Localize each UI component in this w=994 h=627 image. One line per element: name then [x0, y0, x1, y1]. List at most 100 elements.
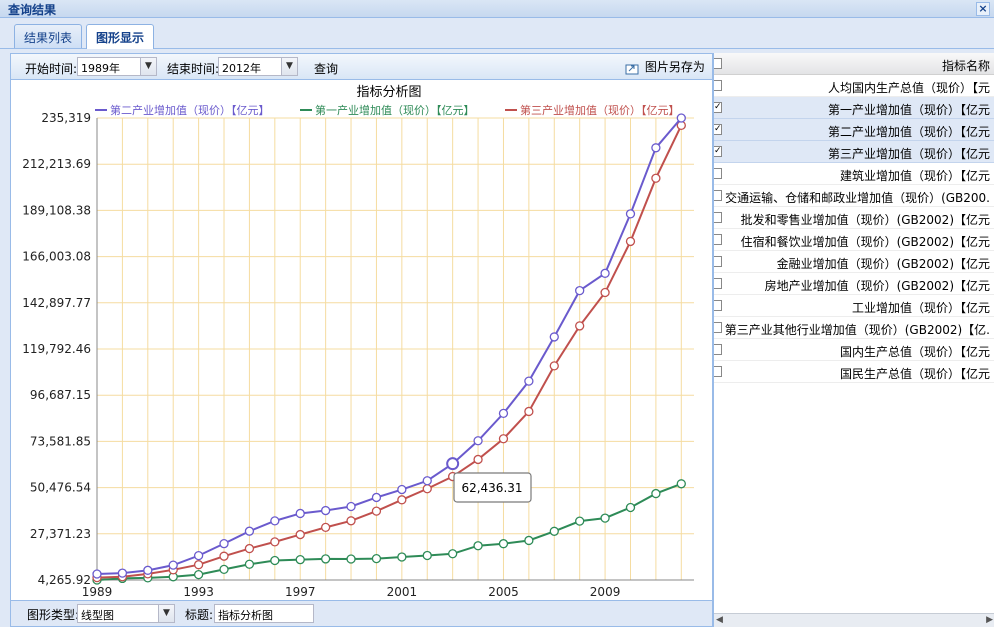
chart-type-value: 线型图: [81, 609, 114, 622]
end-time-value: 2012年: [222, 62, 261, 75]
select-all-checkbox[interactable]: [714, 58, 722, 69]
data-point: [219, 539, 229, 549]
indicator-row[interactable]: ✓ 第一产业增加值（现价）【亿元: [714, 97, 994, 119]
indicator-checkbox[interactable]: ✓: [714, 102, 722, 113]
data-point: [397, 484, 407, 495]
indicator-label: 第二产业增加值（现价）【亿元: [827, 125, 990, 139]
indicator-row[interactable]: 国民生产总值（现价）【亿元: [714, 361, 994, 383]
data-point: [371, 492, 382, 503]
indicator-row[interactable]: 国内生产总值（现价）【亿元: [714, 339, 994, 361]
data-point: [575, 321, 585, 331]
chart-type-select[interactable]: 线型图 ▼: [77, 604, 175, 623]
data-point: [346, 554, 356, 564]
y-tick-label: 96,687.15: [30, 388, 91, 402]
chart-title-input[interactable]: 指标分析图: [214, 604, 314, 623]
indicator-label: 住宿和餐饮业增加值（现价）(GB2002)【亿元: [740, 235, 990, 249]
indicator-row[interactable]: ✓ 第三产业增加值（现价）【亿元: [714, 141, 994, 163]
indicator-checkbox[interactable]: [714, 256, 722, 267]
indicator-label: 第一产业增加值（现价）【亿元: [827, 103, 990, 117]
data-point: [295, 529, 305, 540]
data-point: [473, 541, 483, 551]
y-tick-label: 50,476.54: [30, 481, 91, 495]
data-point: [575, 516, 585, 526]
indicator-row[interactable]: 人均国内生产总值（现价）【元: [714, 75, 994, 97]
tab-chart-display[interactable]: 图形显示: [86, 24, 155, 49]
indicator-checkbox[interactable]: ✓: [714, 124, 722, 135]
indicator-checkbox[interactable]: [714, 190, 722, 201]
indicator-label: 人均国内生产总值（现价）【元: [827, 81, 990, 95]
chart-title: 指标分析图: [356, 85, 421, 100]
legend-label: 第一产业增加值（现价）【亿元】: [315, 103, 475, 117]
x-tick-label: 2005: [488, 585, 519, 599]
start-time-label: 开始时间:: [25, 62, 78, 76]
data-point: [270, 555, 280, 566]
indicator-checkbox[interactable]: [714, 366, 722, 377]
data-point: [193, 569, 204, 580]
indicator-row[interactable]: 建筑业增加值（现价）【亿元: [714, 163, 994, 185]
indicator-row[interactable]: 住宿和餐饮业增加值（现价）(GB2002)【亿元: [714, 229, 994, 251]
end-time-label: 结束时间:: [167, 62, 220, 76]
x-tick-label: 2001: [387, 585, 418, 599]
indicator-row[interactable]: 批发和零售业增加值（现价）(GB2002)【亿元: [714, 207, 994, 229]
chevron-down-icon[interactable]: ▼: [158, 605, 174, 622]
data-point: [244, 543, 255, 554]
indicator-row[interactable]: 工业增加值（现价）【亿元: [714, 295, 994, 317]
x-tick-label: 1997: [285, 585, 316, 599]
start-time-select[interactable]: 1989年 ▼: [77, 57, 157, 76]
chevron-down-icon[interactable]: ▼: [140, 58, 156, 75]
indicator-label: 国内生产总值（现价）【亿元: [839, 345, 990, 359]
indicator-checkbox[interactable]: [714, 322, 722, 333]
indicator-label: 房地产业增加值（现价）(GB2002)【亿元: [764, 279, 990, 293]
data-point: [320, 554, 331, 564]
indicator-row[interactable]: 第三产业其他行业增加值（现价）(GB2002)【亿.: [714, 317, 994, 339]
data-point: [676, 113, 686, 123]
chart-type-label: 图形类型:: [27, 608, 80, 622]
indicator-row[interactable]: 金融业增加值（现价）(GB2002)【亿元: [714, 251, 994, 273]
data-point: [117, 568, 128, 578]
indicator-checkbox[interactable]: [714, 80, 722, 91]
query-button[interactable]: 查询: [314, 60, 338, 77]
indicator-checkbox[interactable]: ✓: [714, 146, 722, 157]
indicator-checkbox[interactable]: [714, 278, 722, 289]
chart-title-value: 指标分析图: [218, 609, 273, 622]
indicator-row[interactable]: 交通运输、仓储和邮政业增加值（现价）(GB200.: [714, 185, 994, 207]
scroll-left-icon[interactable]: ◀: [716, 615, 723, 625]
indicator-label: 第三产业其他行业增加值（现价）(GB2002)【亿.: [724, 323, 990, 337]
save-image-button[interactable]: 图片另存为: [625, 58, 705, 75]
indicator-row[interactable]: ✓ 第二产业增加值（现价）【亿元: [714, 119, 994, 141]
data-point: [397, 495, 407, 505]
indicator-checkbox[interactable]: [714, 300, 722, 311]
chart-toolbar: 开始时间: 1989年 ▼ 结束时间: 2012年 ▼ 查询 图片另存为: [11, 54, 712, 80]
end-time-select[interactable]: 2012年 ▼: [218, 57, 298, 76]
data-point: [244, 559, 255, 569]
start-time-value: 1989年: [81, 62, 120, 75]
close-icon[interactable]: ×: [976, 2, 990, 16]
chevron-down-icon[interactable]: ▼: [281, 58, 297, 75]
chart-panel: 开始时间: 1989年 ▼ 结束时间: 2012年 ▼ 查询 图片另存为 4,2…: [10, 53, 713, 627]
indicator-checkbox[interactable]: [714, 234, 722, 245]
tab-result-list[interactable]: 结果列表: [14, 24, 83, 48]
x-tick-label: 1993: [183, 585, 214, 599]
horizontal-scrollbar[interactable]: ◀ ▶: [714, 613, 994, 627]
data-point: [320, 522, 331, 533]
data-point: [295, 555, 305, 565]
indicator-checkbox[interactable]: [714, 344, 722, 355]
indicator-checkbox[interactable]: [714, 212, 722, 223]
y-tick-label: 119,792.46: [22, 342, 91, 356]
data-point: [193, 560, 204, 570]
data-point: [473, 454, 483, 465]
scroll-right-icon[interactable]: ▶: [986, 615, 993, 625]
indicator-panel: 指标名称 人均国内生产总值（现价）【元 ✓ 第一产业增加值（现价）【亿元 ✓ 第二产业增…: [713, 53, 994, 627]
data-point: [575, 285, 585, 296]
y-tick-label: 189,108.38: [22, 203, 91, 217]
data-point: [625, 502, 636, 513]
data-point: [549, 526, 559, 536]
data-point: [92, 569, 102, 579]
indicator-checkbox[interactable]: [714, 168, 722, 179]
window-titlebar: 查询结果 ×: [0, 0, 994, 18]
data-point: [346, 501, 356, 512]
data-point: [524, 406, 534, 417]
indicator-label: 交通运输、仓储和邮政业增加值（现价）(GB200.: [725, 191, 990, 205]
indicator-row[interactable]: 房地产业增加值（现价）(GB2002)【亿元: [714, 273, 994, 295]
y-tick-label: 212,213.69: [22, 157, 91, 171]
